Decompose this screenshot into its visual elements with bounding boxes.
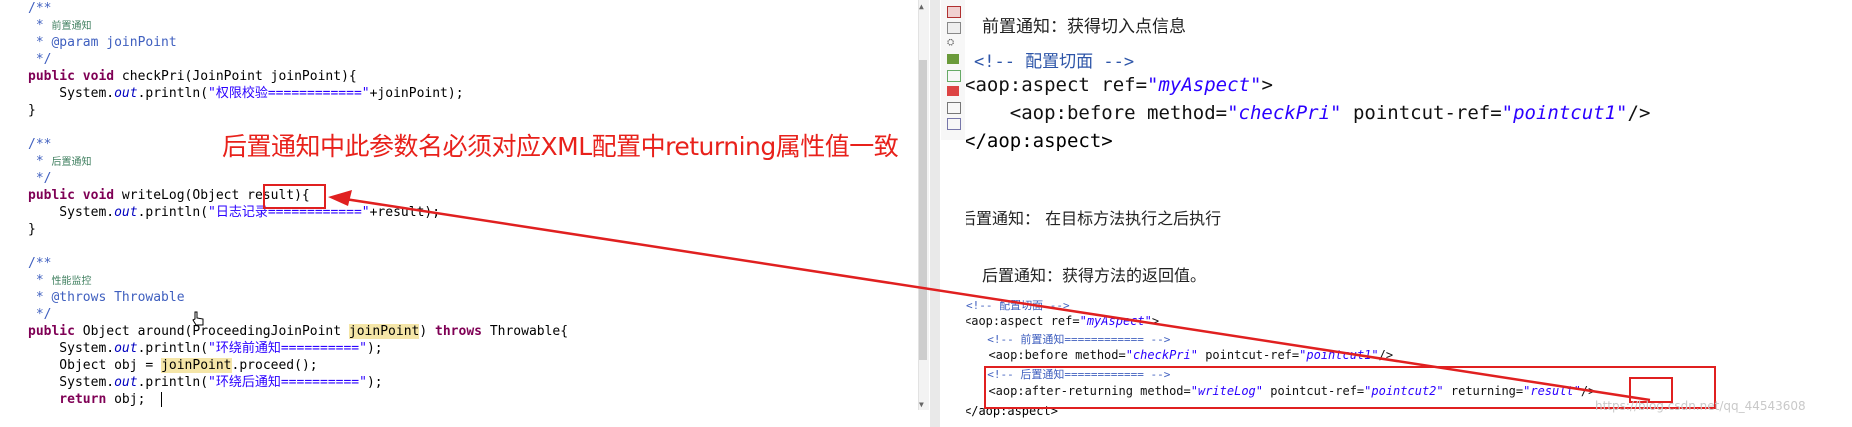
annotation-overlay — [263, 184, 1716, 409]
annotation-label: 后置通知中此参数名必须对应XML配置中returning属性值一致 — [222, 132, 899, 161]
result-param-highlight-box — [263, 184, 326, 209]
annotation-arrow-line — [344, 197, 1651, 402]
arrow-head-icon — [328, 190, 352, 206]
watermark-text: https://blog.csdn.net/qq_44543608 — [1595, 399, 1806, 413]
hand-cursor-icon — [192, 311, 204, 326]
